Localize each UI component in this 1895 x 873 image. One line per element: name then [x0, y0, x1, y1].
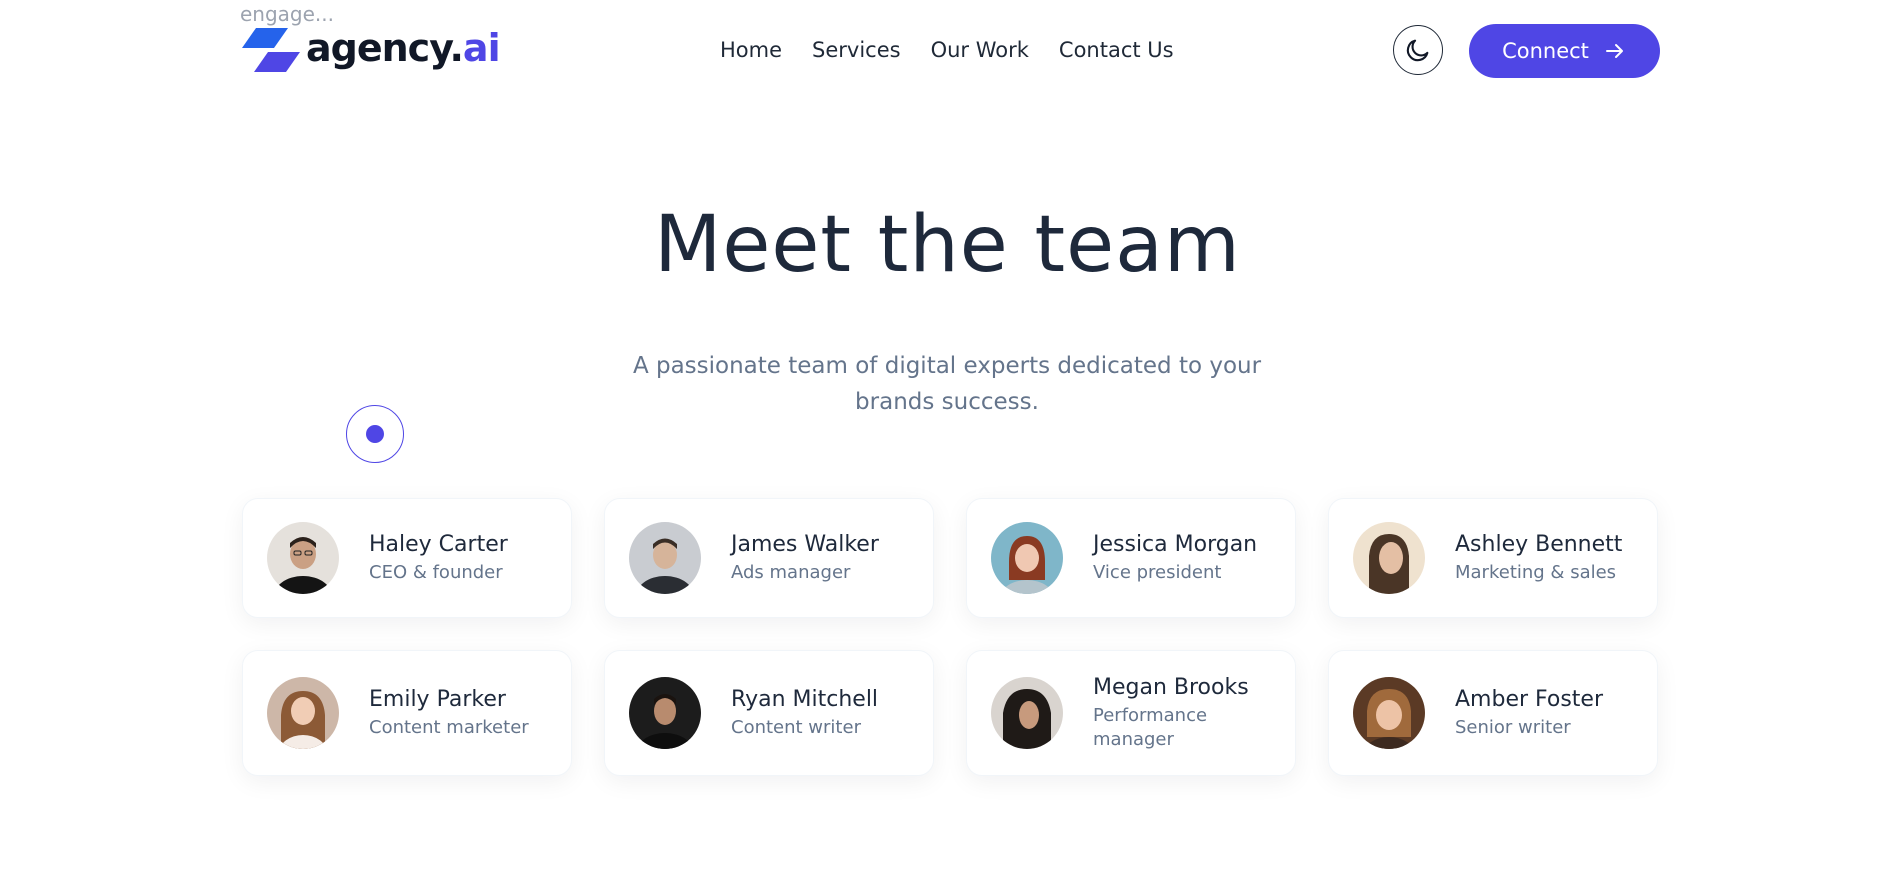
team-member-name: James Walker — [731, 532, 879, 557]
overlay-text: engage... — [240, 2, 335, 26]
main-nav: Home Services Our Work Contact Us — [720, 38, 1174, 62]
nav-services[interactable]: Services — [812, 38, 901, 62]
nav-contact-us[interactable]: Contact Us — [1059, 38, 1174, 62]
logo-mark-icon — [242, 28, 300, 72]
team-card[interactable]: Jessica Morgan Vice president — [966, 498, 1296, 618]
avatar — [991, 522, 1063, 594]
team-member-name: Amber Foster — [1455, 687, 1604, 712]
avatar — [629, 522, 701, 594]
team-card[interactable]: Megan Brooks Performance manager — [966, 650, 1296, 776]
team-member-role: Vice president — [1093, 562, 1222, 583]
team-member-role: Content marketer — [369, 717, 529, 738]
team-member-role: Performance manager — [1093, 705, 1208, 750]
avatar — [267, 677, 339, 749]
avatar — [991, 677, 1063, 749]
moon-icon — [1406, 39, 1429, 62]
nav-our-work[interactable]: Our Work — [931, 38, 1029, 62]
nav-home[interactable]: Home — [720, 38, 782, 62]
arrow-right-icon — [1605, 44, 1623, 58]
team-member-role: Marketing & sales — [1455, 562, 1617, 583]
team-member-name: Haley Carter — [369, 532, 508, 557]
avatar — [1353, 522, 1425, 594]
connect-button-label: Connect — [1502, 39, 1589, 63]
avatar — [1353, 677, 1425, 749]
avatar — [629, 677, 701, 749]
team-member-name: Megan Brooks — [1093, 675, 1249, 700]
team-card[interactable]: Ashley Bennett Marketing & sales — [1328, 498, 1658, 618]
team-member-role: Content writer — [731, 717, 861, 738]
team-card[interactable]: Ryan Mitchell Content writer — [604, 650, 934, 776]
avatar — [267, 522, 339, 594]
cursor-indicator — [346, 405, 404, 463]
team-member-name: Emily Parker — [369, 687, 506, 712]
team-member-name: Ashley Bennett — [1455, 532, 1623, 557]
connect-button[interactable]: Connect — [1469, 24, 1660, 78]
team-member-role: Senior writer — [1455, 717, 1571, 738]
team-member-role: Ads manager — [731, 562, 851, 583]
team-card[interactable]: Emily Parker Content marketer — [242, 650, 572, 776]
page-subtitle: A passionate team of digital experts ded… — [632, 353, 1262, 415]
theme-toggle-button[interactable] — [1393, 25, 1443, 75]
team-card[interactable]: Amber Foster Senior writer — [1328, 650, 1658, 776]
team-member-name: Jessica Morgan — [1093, 532, 1258, 557]
page-title: Meet the team — [654, 200, 1241, 290]
team-card[interactable]: Haley Carter CEO & founder — [242, 498, 572, 618]
team-card[interactable]: James Walker Ads manager — [604, 498, 934, 618]
team-grid: Haley Carter CEO & founder James Walker … — [242, 498, 1660, 776]
team-member-role: CEO & founder — [369, 562, 503, 583]
logo-text: agency.ai — [306, 26, 501, 70]
team-member-name: Ryan Mitchell — [731, 687, 879, 712]
logo[interactable]: engage... agency.ai — [240, 0, 501, 80]
